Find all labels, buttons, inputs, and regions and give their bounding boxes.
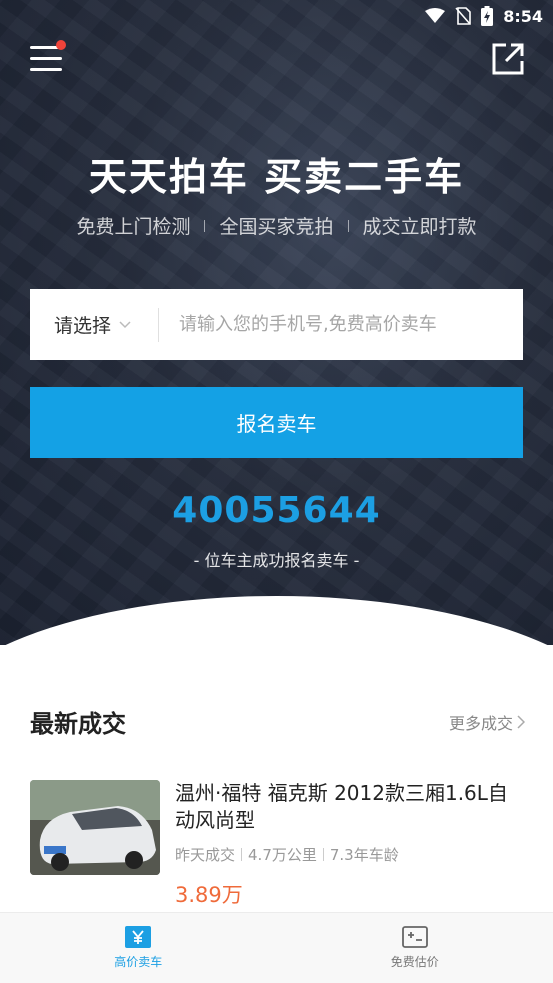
menu-icon-line	[30, 68, 62, 71]
notification-dot	[56, 40, 66, 50]
share-icon[interactable]	[491, 42, 525, 76]
more-deals-label: 更多成交	[448, 713, 513, 733]
tab-free-estimate[interactable]: 免费估价	[277, 913, 553, 983]
deal-price: 3.89万	[175, 883, 243, 907]
estimate-card-icon	[401, 926, 428, 948]
chevron-down-icon	[119, 320, 131, 328]
meta-divider	[322, 848, 324, 861]
more-deals-link[interactable]: 更多成交	[449, 710, 525, 734]
meta-divider	[241, 848, 243, 861]
sell-form: 请选择	[30, 289, 523, 360]
battery-charging-icon	[481, 6, 494, 26]
yen-card-icon	[125, 926, 152, 948]
latest-deals-header: 最新成交 更多成交	[30, 704, 525, 739]
no-sim-icon	[455, 7, 472, 25]
deal-car-age: 7.3年车龄	[329, 846, 399, 864]
status-bar: 8:54	[0, 0, 553, 32]
deal-mileage: 4.7万公里	[248, 846, 317, 864]
feature-national-bidding: 全国买家竞拍	[219, 216, 334, 238]
signup-sell-button[interactable]: 报名卖车	[30, 387, 523, 458]
wifi-icon	[425, 8, 446, 23]
hero-title: 天天拍车 买卖二手车	[88, 155, 465, 199]
city-select[interactable]: 请选择	[30, 311, 158, 338]
seller-count-caption: - 位车主成功报名卖车 -	[193, 551, 360, 570]
menu-button[interactable]	[28, 40, 66, 74]
tab-sell-car-label: 高价卖车	[114, 955, 163, 969]
feature-free-inspection: 免费上门检测	[76, 216, 191, 238]
deal-time: 昨天成交	[175, 846, 236, 864]
tab-free-estimate-label: 免费估价	[390, 955, 439, 969]
deal-meta: 昨天成交 4.7万公里 7.3年车龄	[175, 844, 525, 865]
phone-input[interactable]	[159, 289, 523, 360]
menu-icon-line	[30, 57, 62, 60]
deal-title: 温州·福特 福克斯 2012款三厢1.6L自动风尚型	[175, 781, 508, 832]
latest-deals-title: 最新成交	[30, 710, 126, 738]
chevron-right-icon	[517, 714, 525, 729]
car-thumbnail	[30, 780, 160, 875]
seller-count: 40055644	[172, 490, 381, 531]
status-time: 8:54	[503, 6, 543, 26]
feature-divider	[347, 219, 349, 232]
feature-list: 免费上门检测 全国买家竞拍 成交立即打款	[0, 212, 553, 239]
car-image	[30, 780, 160, 875]
bottom-nav: 高价卖车 免费估价	[0, 912, 553, 983]
city-select-label: 请选择	[54, 315, 112, 337]
feature-divider	[204, 219, 206, 232]
tab-sell-car[interactable]: 高价卖车	[0, 913, 277, 983]
deal-item[interactable]: 温州·福特 福克斯 2012款三厢1.6L自动风尚型 昨天成交 4.7万公里 7…	[30, 780, 525, 910]
deal-info: 温州·福特 福克斯 2012款三厢1.6L自动风尚型 昨天成交 4.7万公里 7…	[175, 780, 525, 909]
feature-instant-payment: 成交立即打款	[362, 216, 477, 238]
